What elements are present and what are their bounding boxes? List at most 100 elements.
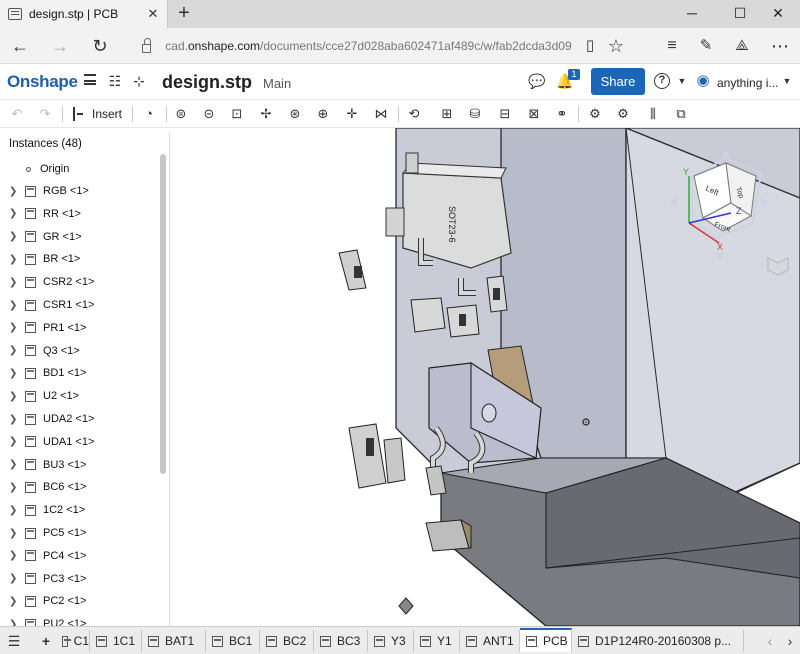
- graphics-viewport[interactable]: SOT23-6 Y X Z Left Top Front: [171, 128, 800, 626]
- instance-item[interactable]: ❯ PC3 <1>: [0, 568, 160, 590]
- instance-item[interactable]: ❯ CSR2 <1>: [0, 271, 160, 293]
- chevron-right-icon[interactable]: ❯: [9, 186, 19, 197]
- workspace-name[interactable]: Main: [263, 76, 291, 91]
- tangent-mate-icon[interactable]: ⟲: [405, 105, 423, 123]
- chevron-right-icon[interactable]: ❯: [9, 368, 19, 379]
- tab-bc2[interactable]: BC2: [260, 630, 314, 652]
- mate-relation-icon[interactable]: ⛁: [466, 105, 484, 123]
- chevron-down-icon[interactable]: ▼: [673, 72, 691, 90]
- instance-item[interactable]: ❯ BC6 <1>: [0, 476, 160, 498]
- window-close-button[interactable]: ✕: [756, 0, 800, 28]
- instance-item[interactable]: ❯ BR <1>: [0, 248, 160, 270]
- hub-icon[interactable]: ≡: [660, 34, 684, 58]
- redo-icon[interactable]: ↷: [36, 105, 54, 123]
- rack-pinion-icon[interactable]: ⊠: [525, 105, 543, 123]
- insert-button[interactable]: Insert: [73, 105, 122, 123]
- tab-y1[interactable]: Y1: [414, 630, 460, 652]
- revolute-mate-icon[interactable]: ⊡: [228, 105, 246, 123]
- chevron-right-icon[interactable]: ❯: [9, 345, 19, 356]
- instance-item[interactable]: ❯ BD1 <1>: [0, 362, 160, 384]
- tab-y3[interactable]: Y3: [368, 630, 414, 652]
- replicate-icon[interactable]: ◔: [140, 105, 158, 123]
- tab-d1p124r0-20160308-p-[interactable]: D1P124R0-20160308 p...: [572, 630, 744, 652]
- fastened-mate-icon[interactable]: ⊝: [200, 105, 218, 123]
- tab-bc3[interactable]: BC3: [314, 630, 368, 652]
- chevron-right-icon[interactable]: ❯: [9, 231, 19, 242]
- tab-bc1[interactable]: BC1: [206, 630, 260, 652]
- instance-item[interactable]: ❯ RR <1>: [0, 203, 160, 225]
- forward-arrow-icon[interactable]: →: [48, 34, 72, 58]
- planar-mate-icon[interactable]: ✛: [343, 105, 361, 123]
- pin-slot-mate-icon[interactable]: ⊕: [314, 105, 332, 123]
- group-icon[interactable]: ⊞: [438, 105, 456, 123]
- instance-item[interactable]: ❯ UDA2 <1>: [0, 408, 160, 430]
- share-page-icon[interactable]: ⟁: [730, 34, 754, 58]
- scroll-tabs-left-icon[interactable]: ‹: [760, 630, 780, 652]
- instance-item[interactable]: ❯ CSR1 <1>: [0, 294, 160, 316]
- gear-icon[interactable]: ⚙: [586, 105, 604, 123]
- favorite-star-icon[interactable]: ☆: [604, 34, 628, 58]
- help-icon[interactable]: ?: [654, 73, 670, 89]
- minimize-button[interactable]: ─: [670, 0, 714, 28]
- add-tab-icon[interactable]: +: [36, 630, 56, 652]
- parallel-mate-icon[interactable]: ⋈: [372, 105, 390, 123]
- linear-pattern-icon[interactable]: ⫼: [644, 105, 662, 123]
- mate-connector-icon[interactable]: ⊜: [172, 105, 190, 123]
- instance-item[interactable]: ❯ BU3 <1>: [0, 454, 160, 476]
- instance-item[interactable]: ❯ GR <1>: [0, 226, 160, 248]
- instance-item[interactable]: ❯ PC5 <1>: [0, 522, 160, 544]
- instance-item[interactable]: ❯ U2 <1>: [0, 385, 160, 407]
- branch-icon[interactable]: ⊹: [130, 72, 148, 90]
- user-name[interactable]: anything i...: [717, 76, 778, 90]
- chevron-right-icon[interactable]: ❯: [9, 459, 19, 470]
- web-note-icon[interactable]: ✎: [694, 34, 718, 58]
- instance-item[interactable]: ❯ PR1 <1>: [0, 317, 160, 339]
- refresh-icon[interactable]: ↻: [88, 34, 112, 58]
- chevron-right-icon[interactable]: ❯: [9, 596, 19, 607]
- instance-item[interactable]: ❯ RGB <1>: [0, 180, 160, 202]
- instance-item[interactable]: ❯ PC4 <1>: [0, 545, 160, 567]
- screw-relation-icon[interactable]: ⚭: [553, 105, 571, 123]
- chevron-right-icon[interactable]: ❯: [9, 505, 19, 516]
- avatar[interactable]: ◉: [694, 72, 712, 90]
- chevron-right-icon[interactable]: ❯: [9, 528, 19, 539]
- panel-scrollbar[interactable]: [160, 154, 166, 474]
- share-button[interactable]: Share: [591, 68, 645, 95]
- chevron-right-icon[interactable]: ❯: [9, 550, 19, 561]
- cylindrical-mate-icon[interactable]: ⊛: [286, 105, 304, 123]
- chevron-right-icon[interactable]: ❯: [9, 391, 19, 402]
- chevron-right-icon[interactable]: ❯: [9, 300, 19, 311]
- instance-item[interactable]: ❯ 1C2 <1>: [0, 499, 160, 521]
- chevron-right-icon[interactable]: ❯: [9, 573, 19, 584]
- chevron-right-icon[interactable]: ❯: [9, 482, 19, 493]
- chevron-right-icon[interactable]: ❯: [9, 619, 19, 626]
- tab-pcb[interactable]: PCB: [520, 628, 572, 652]
- close-tab-icon[interactable]: ✕: [145, 6, 161, 22]
- chevron-right-icon[interactable]: ❯: [9, 436, 19, 447]
- more-icon[interactable]: ⋯: [768, 34, 792, 58]
- chevron-right-icon[interactable]: ❯: [9, 322, 19, 333]
- user-menu-chevron-icon[interactable]: ▼: [778, 72, 796, 90]
- back-arrow-icon[interactable]: ←: [8, 34, 32, 58]
- undo-icon[interactable]: ↶: [8, 105, 26, 123]
- instance-item[interactable]: ❯ Q3 <1>: [0, 340, 160, 362]
- explode-icon[interactable]: ⧉: [672, 105, 690, 123]
- feature-list-icon[interactable]: ☷: [106, 72, 124, 90]
- browser-tab[interactable]: design.stp | PCB ✕: [0, 0, 168, 28]
- instance-origin[interactable]: Origin: [0, 158, 160, 180]
- comment-icon[interactable]: 💬: [528, 72, 546, 90]
- tab-list-icon[interactable]: ☰: [4, 630, 24, 652]
- gear-relation-icon[interactable]: ⊟: [496, 105, 514, 123]
- menu-icon[interactable]: [84, 74, 96, 85]
- address-bar[interactable]: cad.onshape.com/documents/cce27d028aba60…: [132, 32, 572, 60]
- settings-gear-icon[interactable]: ⚙: [614, 105, 632, 123]
- instance-item[interactable]: ❯ PU2 <1>: [0, 613, 160, 626]
- tab-c1[interactable]: C1: [56, 630, 90, 652]
- chevron-right-icon[interactable]: ❯: [9, 254, 19, 265]
- tab-1c1[interactable]: 1C1: [90, 630, 142, 652]
- reading-view-icon[interactable]: ▯: [578, 34, 602, 58]
- tab-bat1[interactable]: BAT1: [142, 630, 206, 652]
- instance-item[interactable]: ❯ UDA1 <1>: [0, 431, 160, 453]
- chevron-right-icon[interactable]: ❯: [9, 414, 19, 425]
- new-tab-button[interactable]: +: [174, 2, 194, 25]
